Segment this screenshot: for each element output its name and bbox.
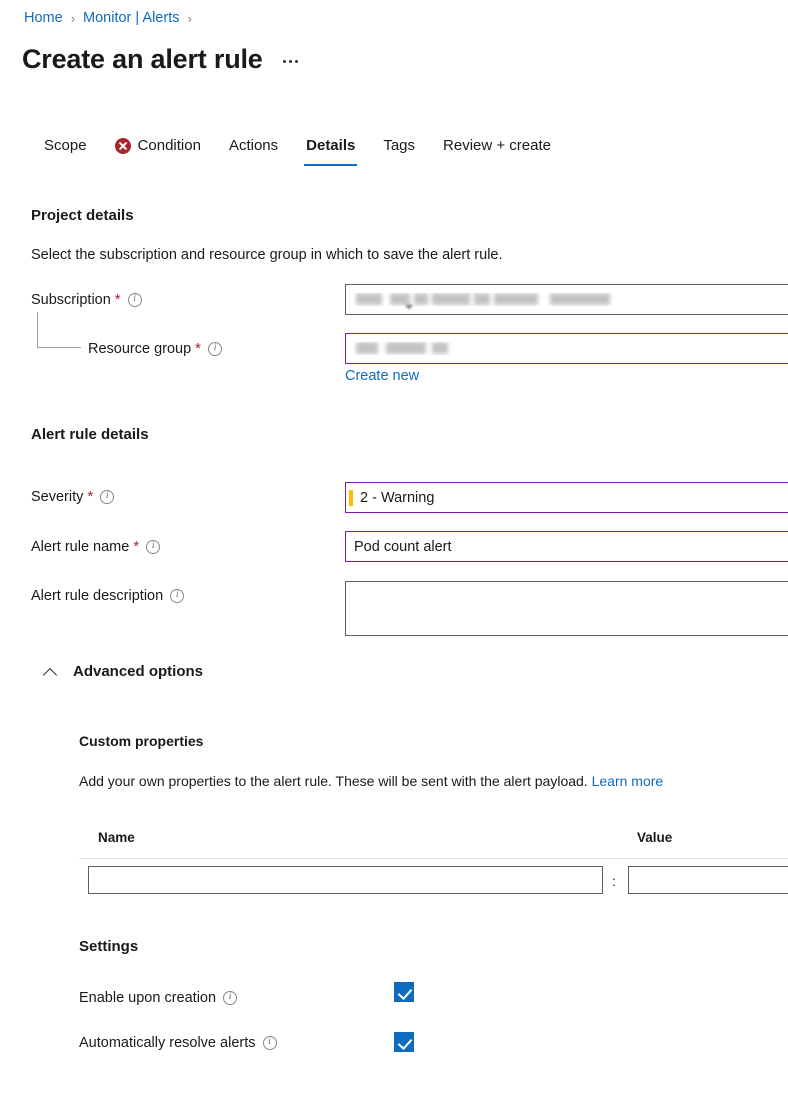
enable-upon-creation-info-icon[interactable]: i (223, 991, 238, 1005)
automatically-resolve-alerts-info-icon[interactable]: i (262, 1036, 277, 1050)
automatically-resolve-alerts-checkbox[interactable] (394, 1032, 414, 1052)
tab-condition-label: Condition (137, 137, 201, 154)
advanced-options-label: Advanced options (73, 663, 204, 680)
subscription-chevron-down-icon (405, 305, 413, 309)
enable-upon-creation-label-group: Enable upon creation i (79, 990, 238, 1006)
severity-label-group: Severity * i (31, 488, 115, 505)
alert-rule-name-input[interactable]: Pod count alert (345, 531, 788, 562)
breadcrumb: Home › Monitor | Alerts › (24, 10, 192, 26)
breadcrumb-chevron-icon-2: › (187, 10, 192, 26)
create-alert-rule-page: Home › Monitor | Alerts › Create an aler… (0, 0, 788, 1105)
settings-heading: Settings (79, 938, 139, 955)
tab-actions-label: Actions (228, 137, 279, 154)
alert-rule-name-label: Alert rule name (31, 539, 130, 555)
resource-group-label-group: Resource group * i (88, 340, 223, 357)
automatically-resolve-alerts-label: Automatically resolve alerts (79, 1035, 256, 1051)
tab-scope-label: Scope (44, 137, 87, 154)
custom-properties-learn-more-link[interactable]: Learn more (592, 773, 664, 789)
severity-label: Severity (31, 489, 84, 505)
alert-rule-name-required-asterisk: * (133, 538, 140, 555)
tab-details[interactable]: Details (292, 133, 369, 166)
subscription-required-asterisk: * (114, 291, 121, 308)
tab-bar: Scope Condition Actions Details Tags Rev… (30, 133, 565, 166)
resource-group-value-redacted (354, 342, 534, 355)
alert-rule-details-heading: Alert rule details (31, 426, 149, 443)
subscription-value-redacted (354, 293, 624, 306)
ellipsis-dot-1 (282, 60, 286, 63)
custom-properties-description: Add your own properties to the alert rul… (79, 773, 588, 789)
subscription-label: Subscription (31, 292, 111, 308)
breadcrumb-item-home[interactable]: Home (24, 10, 63, 26)
alert-rule-name-value: Pod count alert (354, 538, 452, 555)
project-details-description: Select the subscription and resource gro… (31, 247, 503, 263)
tab-scope[interactable]: Scope (30, 133, 101, 166)
tab-condition[interactable]: Condition (101, 133, 215, 166)
tab-actions[interactable]: Actions (215, 133, 292, 166)
tab-tags[interactable]: Tags (369, 133, 429, 166)
error-icon (114, 137, 131, 154)
alert-rule-description-info-icon[interactable]: i (170, 589, 185, 603)
resource-group-select[interactable] (345, 333, 788, 364)
resource-group-required-asterisk: * (195, 340, 202, 357)
alert-rule-description-textarea[interactable] (345, 581, 788, 636)
enable-upon-creation-checkbox[interactable] (394, 982, 414, 1002)
severity-select[interactable]: 2 - Warning (345, 482, 788, 513)
tab-review-create[interactable]: Review + create (429, 133, 565, 166)
tab-tags-label: Tags (383, 137, 416, 154)
chevron-up-icon (45, 666, 57, 678)
severity-required-asterisk: * (87, 488, 94, 505)
enable-upon-creation-label: Enable upon creation (79, 990, 217, 1006)
custom-property-name-input[interactable] (88, 866, 603, 894)
alert-rule-description-label-group: Alert rule description i (31, 588, 185, 604)
alert-rule-name-info-icon[interactable]: i (146, 540, 161, 554)
severity-info-icon[interactable]: i (100, 490, 115, 504)
subscription-label-group: Subscription * i (31, 292, 142, 308)
tab-details-label: Details (306, 137, 356, 154)
advanced-options-toggle[interactable]: Advanced options (45, 663, 203, 680)
custom-properties-heading: Custom properties (79, 733, 204, 749)
subscription-info-icon[interactable]: i (127, 293, 142, 307)
severity-value: 2 - Warning (360, 489, 435, 506)
breadcrumb-item-monitor-alerts[interactable]: Monitor | Alerts (83, 10, 179, 26)
resource-group-info-icon[interactable]: i (208, 342, 223, 356)
title-row: Create an alert rule (22, 42, 302, 76)
breadcrumb-chevron-icon: › (70, 10, 76, 26)
more-actions-icon[interactable] (279, 52, 302, 66)
resource-group-tree-connector (37, 312, 81, 348)
ellipsis-dot-2 (288, 60, 292, 63)
alert-rule-name-label-group: Alert rule name * i (31, 538, 161, 555)
page-title: Create an alert rule (22, 44, 263, 74)
ellipsis-dot-3 (294, 60, 298, 63)
custom-properties-column-name: Name (98, 830, 135, 845)
custom-properties-column-value: Value (637, 830, 673, 845)
custom-properties-table-divider (79, 858, 788, 859)
custom-properties-description-row: Add your own properties to the alert rul… (79, 773, 663, 789)
severity-indicator-bar (349, 489, 353, 506)
create-new-resource-group-link[interactable]: Create new (345, 368, 419, 384)
custom-property-separator: : (612, 873, 616, 889)
resource-group-label: Resource group (88, 341, 192, 357)
alert-rule-description-label: Alert rule description (31, 588, 164, 604)
automatically-resolve-alerts-label-group: Automatically resolve alerts i (79, 1035, 277, 1051)
custom-property-value-input[interactable] (628, 866, 788, 894)
tab-review-create-label: Review + create (443, 137, 551, 154)
project-details-heading: Project details (31, 207, 134, 224)
subscription-select[interactable] (345, 284, 788, 315)
